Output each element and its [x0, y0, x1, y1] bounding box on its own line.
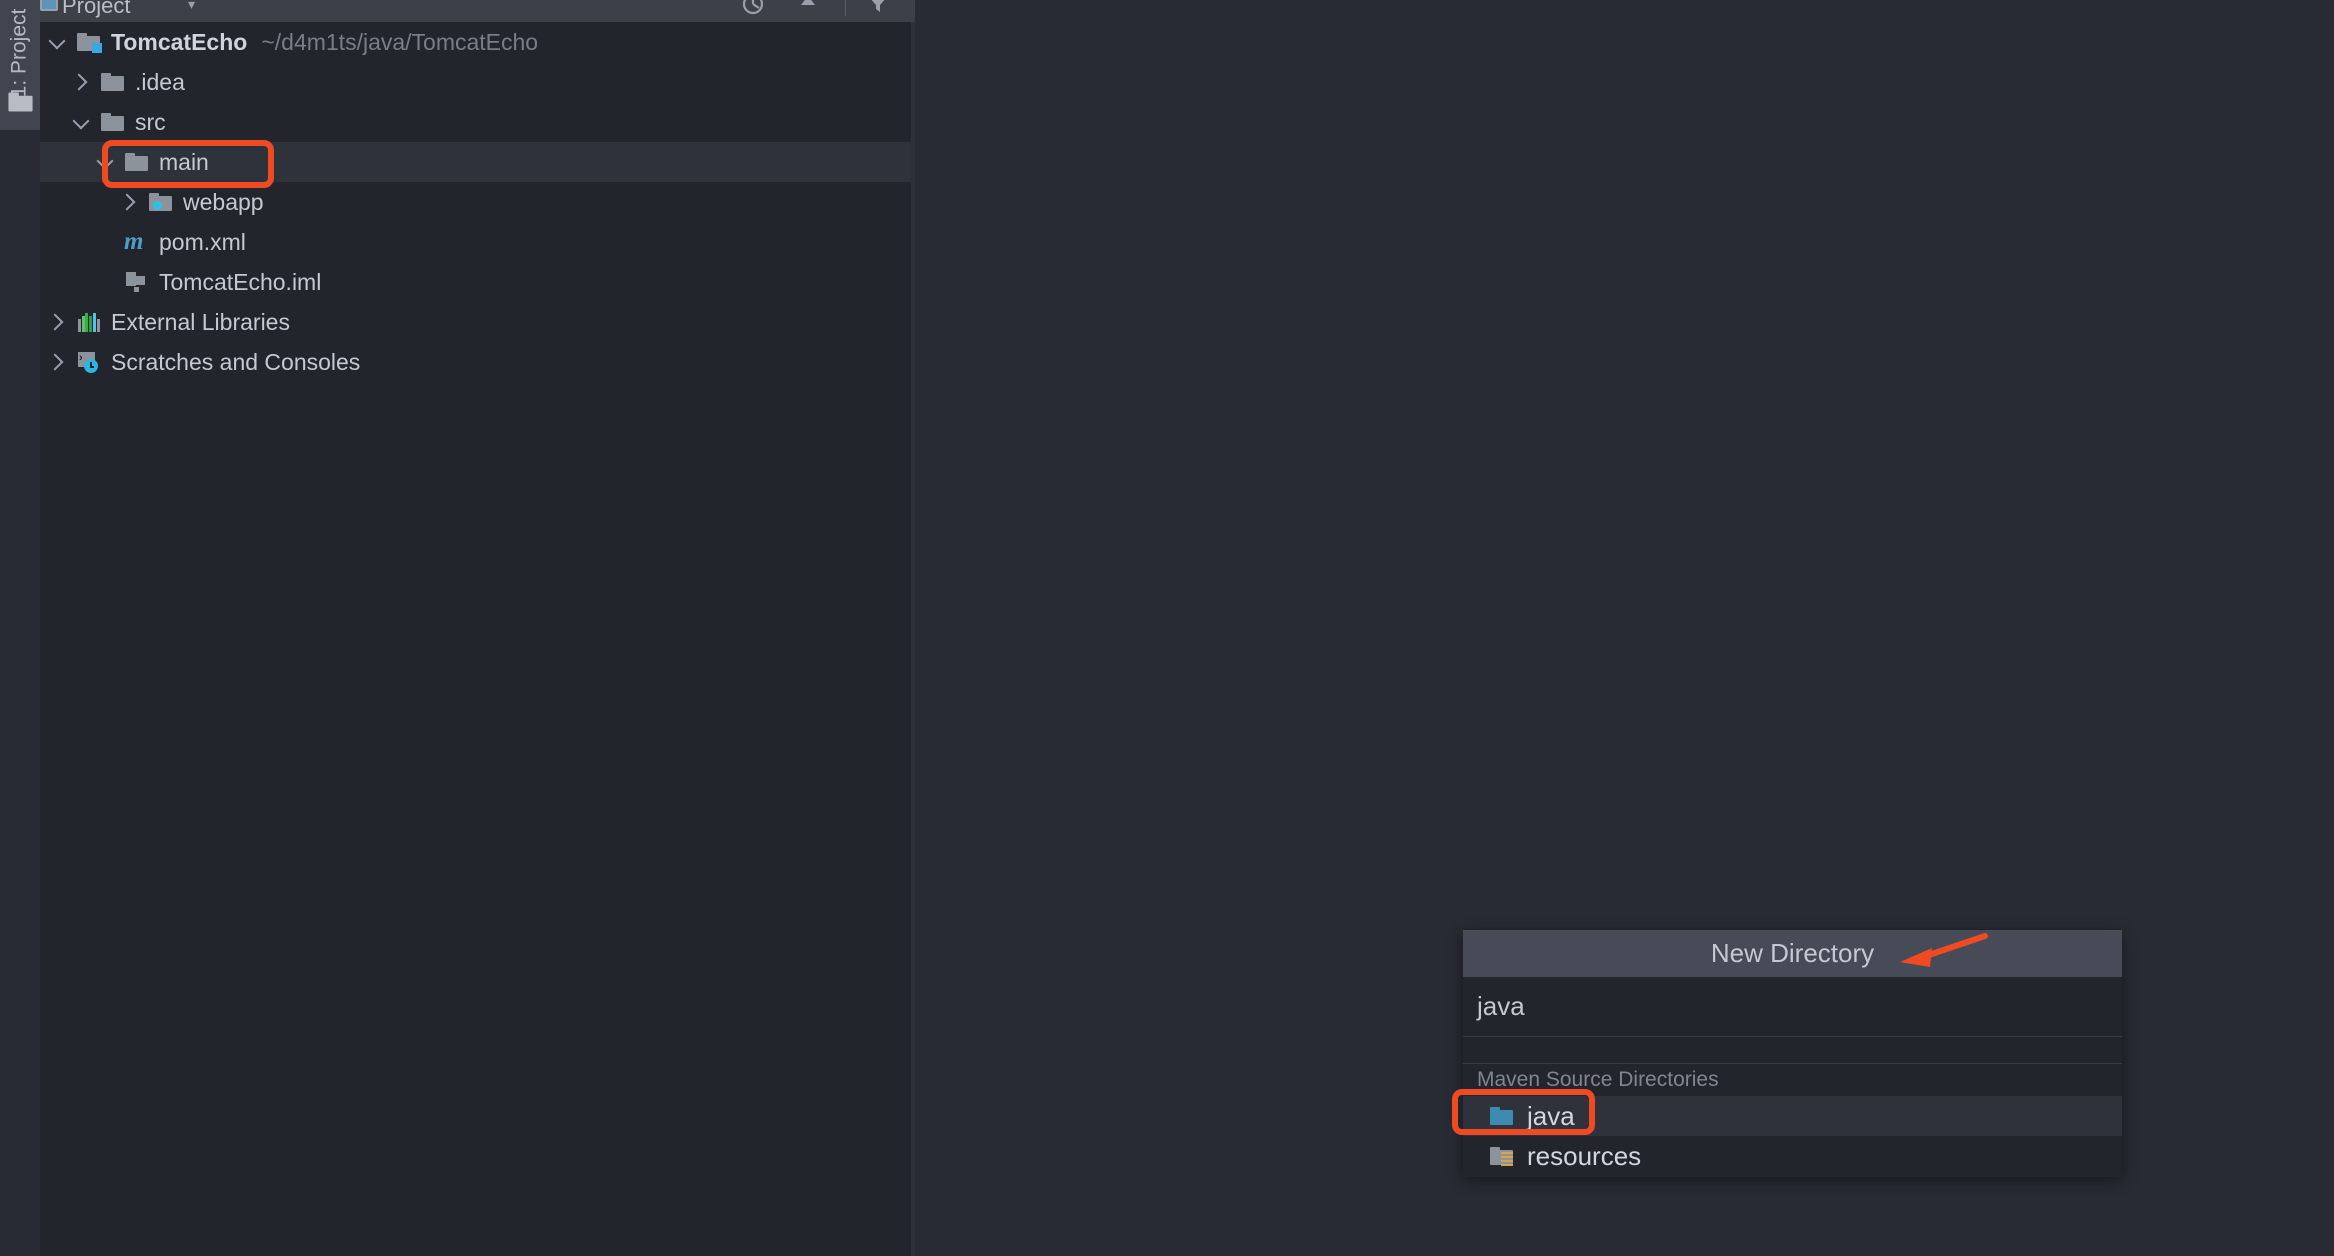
app-window: 1: Project Project ▾	[0, 0, 2334, 1256]
project-panel-header: Project ▾	[40, 0, 915, 22]
folder-icon	[124, 150, 150, 174]
popup-item-label: java	[1527, 1101, 1575, 1132]
tool-window-strip: 1: Project	[0, 0, 40, 1256]
collapse-all-icon[interactable]	[795, 0, 821, 17]
tree-node-label: pom.xml	[159, 229, 246, 256]
folder-icon	[100, 110, 126, 134]
tree-node-main[interactable]: main	[40, 142, 911, 182]
project-tool-window: Project ▾ TomcatEcho ~/d4m1ts/java/Tomcat…	[40, 0, 915, 1256]
tree-node-label: Scratches and Consoles	[111, 349, 360, 376]
settings-icon[interactable]	[865, 0, 891, 17]
popup-title: New Directory	[1463, 930, 2122, 977]
popup-section-label: Maven Source Directories	[1463, 1064, 2122, 1096]
tree-node-webapp[interactable]: webapp	[40, 182, 911, 222]
toolbar-divider	[845, 0, 846, 16]
tool-strip-empty-area	[0, 130, 40, 1256]
editor-empty-area: Search EverywhereDouble ⇧Go to File⇧⌘ORe…	[915, 0, 2334, 1256]
resources-folder-icon	[1489, 1144, 1515, 1168]
source-folder-icon	[1489, 1104, 1515, 1128]
chevron-down-icon[interactable]	[46, 31, 68, 53]
tree-node-label: .idea	[135, 69, 185, 96]
popup-item-java[interactable]: java	[1463, 1096, 2122, 1136]
new-directory-popup: New Directory java Maven Source Director…	[1463, 930, 2122, 1177]
chevron-down-icon[interactable]: ▾	[188, 0, 195, 13]
module-folder-icon	[76, 30, 102, 54]
iml-module-icon	[124, 270, 150, 294]
tree-node-label: src	[135, 109, 166, 136]
chevron-right-icon[interactable]	[118, 191, 140, 213]
tree-node-scratches[interactable]: › Scratches and Consoles	[40, 342, 911, 382]
folder-icon	[8, 90, 41, 114]
popup-item-label: resources	[1527, 1141, 1641, 1172]
tree-indent-spacer	[94, 231, 116, 253]
popup-item-resources[interactable]: resources	[1463, 1136, 2122, 1176]
tree-node-label: TomcatEcho	[111, 29, 247, 56]
project-panel-title: Project	[62, 0, 130, 19]
tree-node-src[interactable]: src	[40, 102, 911, 142]
chevron-right-icon[interactable]	[46, 311, 68, 333]
chevron-right-icon[interactable]	[46, 351, 68, 373]
tree-node-label: External Libraries	[111, 309, 290, 336]
tree-node-tomcatecho[interactable]: TomcatEcho ~/d4m1ts/java/TomcatEcho	[40, 22, 911, 62]
tree-node-path: ~/d4m1ts/java/TomcatEcho	[261, 29, 538, 56]
tree-node-label: TomcatEcho.iml	[159, 269, 321, 296]
sidebar-tab-project[interactable]: 1: Project	[0, 0, 40, 130]
locate-icon[interactable]	[740, 0, 766, 17]
project-icon	[40, 0, 58, 11]
popup-separator	[1463, 1037, 2122, 1064]
tree-node-idea[interactable]: .idea	[40, 62, 911, 102]
tree-node-pom[interactable]: m pom.xml	[40, 222, 911, 262]
webapp-folder-icon	[148, 190, 174, 214]
popup-item-list: java resources	[1463, 1096, 2122, 1176]
tree-indent-spacer	[94, 271, 116, 293]
scratches-icon: ›	[76, 350, 102, 374]
tree-node-label: webapp	[183, 189, 264, 216]
chevron-right-icon[interactable]	[70, 71, 92, 93]
tree-node-label: main	[159, 149, 209, 176]
directory-name-input[interactable]: java	[1463, 977, 2122, 1037]
chevron-down-icon[interactable]	[94, 151, 116, 173]
maven-pom-icon: m	[124, 230, 150, 254]
tree-node-external-libraries[interactable]: External Libraries	[40, 302, 911, 342]
libraries-icon	[76, 310, 102, 334]
project-tree: TomcatEcho ~/d4m1ts/java/TomcatEcho .idea s…	[40, 22, 911, 382]
folder-icon	[100, 70, 126, 94]
tree-node-iml[interactable]: TomcatEcho.iml	[40, 262, 911, 302]
chevron-down-icon[interactable]	[70, 111, 92, 133]
